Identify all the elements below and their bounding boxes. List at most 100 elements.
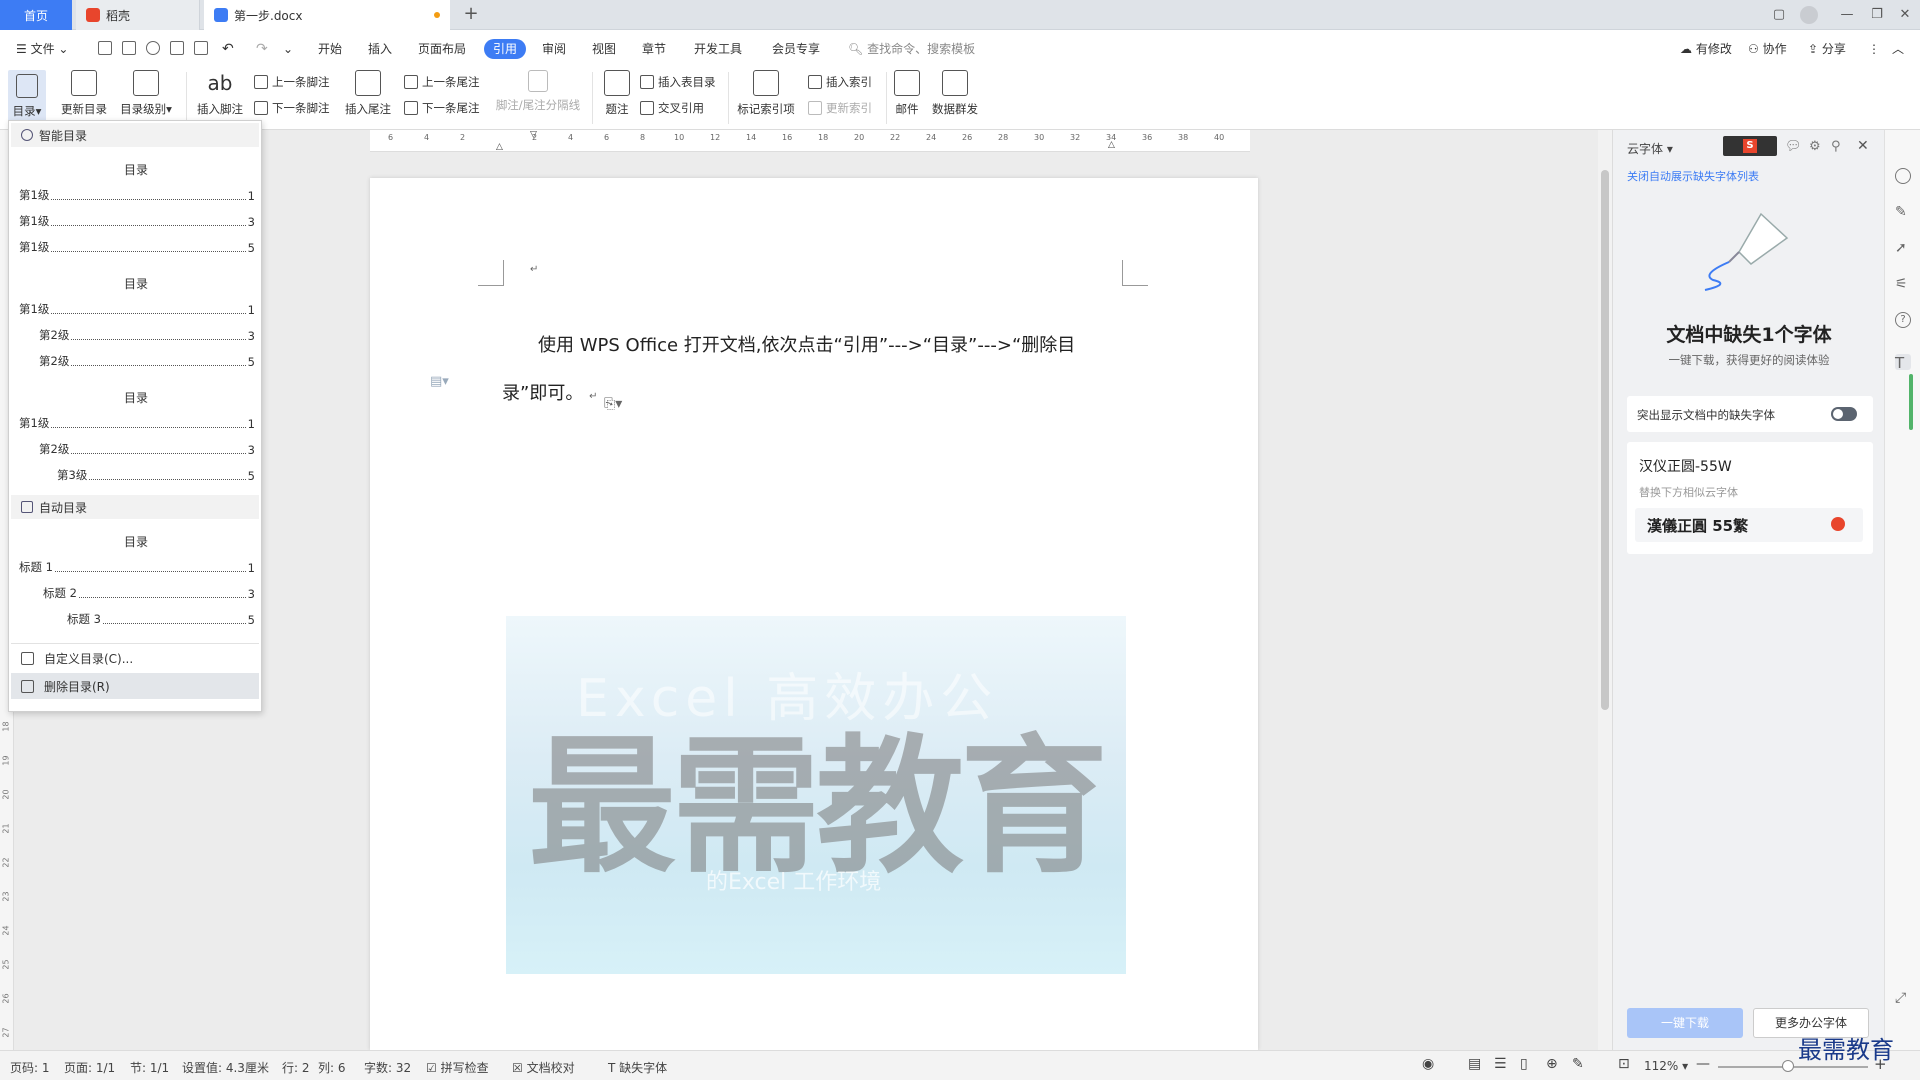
update-index-button[interactable]: 更新索引 bbox=[808, 100, 872, 116]
prev-footnote-button[interactable]: 上一条脚注 bbox=[254, 74, 330, 90]
tab-document[interactable]: 第一步.docx bbox=[204, 0, 450, 30]
status-section[interactable]: 节: 1/1 bbox=[130, 1059, 169, 1076]
menu-review[interactable]: 审阅 bbox=[542, 39, 566, 59]
more-icon[interactable]: ⋮ bbox=[1868, 39, 1880, 59]
fit-page-icon[interactable]: ⊡ bbox=[1618, 1056, 1630, 1072]
insert-endnote-button[interactable]: 插入尾注 bbox=[342, 70, 394, 117]
paste-clipboard-icon[interactable]: ⎘▾ bbox=[604, 396, 622, 412]
insert-footnote-button[interactable]: ab 插入脚注 bbox=[194, 70, 246, 117]
cloud-font-title-dropdown[interactable]: 云字体 ▾ bbox=[1627, 140, 1673, 157]
input-method-indicator[interactable]: S bbox=[1723, 136, 1777, 156]
document-body[interactable]: 使用 WPS Office 打开文档,依次点击“引用”--->“目录”--->“… bbox=[502, 322, 1102, 421]
ruler-tick: 40 bbox=[1214, 133, 1225, 142]
collapse-ribbon-icon[interactable]: ︿ bbox=[1892, 39, 1904, 59]
cross-ref-button[interactable]: 交叉引用 bbox=[640, 100, 704, 116]
help-icon[interactable]: ? bbox=[1895, 312, 1911, 328]
toc-level-button[interactable]: 目录级别▾ bbox=[116, 70, 176, 117]
customize-quick-access-icon[interactable]: ⌄ bbox=[283, 39, 293, 59]
menu-start[interactable]: 开始 bbox=[318, 39, 342, 59]
panel-close-icon[interactable]: ✕ bbox=[1857, 138, 1869, 154]
status-row[interactable]: 行: 2 bbox=[282, 1059, 310, 1076]
document-page[interactable]: ↵ ▤▾ 使用 WPS Office 打开文档,依次点击“引用”--->“目录”… bbox=[370, 178, 1258, 1050]
status-word-count[interactable]: 字数: 32 bbox=[364, 1059, 411, 1076]
command-search[interactable]: 🔍︎ 查找命令、搜索模板 bbox=[848, 39, 975, 59]
font-t-icon[interactable]: T bbox=[1895, 354, 1911, 372]
minimize-icon[interactable]: — bbox=[1836, 5, 1858, 25]
undo-icon[interactable]: ↶ bbox=[222, 39, 234, 59]
caption-button[interactable]: 题注 bbox=[600, 70, 634, 117]
adjust-sliders-icon[interactable]: ⚟ bbox=[1895, 276, 1911, 292]
menu-view[interactable]: 视图 bbox=[592, 39, 616, 59]
close-auto-show-link[interactable]: 关闭自动展示缺失字体列表 bbox=[1627, 168, 1759, 184]
print-preview-icon[interactable] bbox=[194, 41, 208, 55]
next-endnote-button[interactable]: 下一条尾注 bbox=[404, 100, 480, 116]
indent-marker-icon[interactable]: △ bbox=[496, 142, 503, 152]
status-pages[interactable]: 页面: 1/1 bbox=[64, 1059, 115, 1076]
custom-toc-button[interactable]: 自定义目录(C)... bbox=[11, 645, 259, 671]
missing-font-status-button[interactable]: T 缺失字体 bbox=[608, 1059, 667, 1076]
vertical-scrollbar[interactable] bbox=[1598, 130, 1612, 1050]
mark-index-button[interactable]: 标记索引项 bbox=[734, 70, 798, 117]
update-toc-button[interactable]: 更新目录 bbox=[58, 70, 110, 117]
web-view-icon[interactable]: ⊕ bbox=[1546, 1056, 1558, 1072]
menu-page-layout[interactable]: 页面布局 bbox=[418, 39, 466, 59]
highlight-missing-toggle[interactable] bbox=[1831, 407, 1857, 421]
menu-chapter[interactable]: 章节 bbox=[642, 39, 666, 59]
tab-daoke[interactable]: 稻壳 bbox=[76, 0, 200, 30]
mail-button[interactable]: 邮件 bbox=[892, 70, 922, 117]
status-col[interactable]: 列: 6 bbox=[318, 1059, 346, 1076]
page-view-icon[interactable]: ▤ bbox=[1468, 1056, 1481, 1072]
zoom-slider-thumb[interactable] bbox=[1782, 1060, 1794, 1072]
new-tab-button[interactable]: + bbox=[460, 4, 482, 26]
close-icon[interactable]: ✕ bbox=[1894, 5, 1916, 25]
avatar[interactable] bbox=[1800, 6, 1818, 24]
style-icon[interactable] bbox=[1895, 168, 1911, 184]
restore-icon[interactable]: ❐ bbox=[1866, 5, 1888, 25]
expand-icon[interactable]: ⤢ bbox=[1895, 990, 1911, 1006]
read-view-icon[interactable]: ▯ bbox=[1520, 1056, 1528, 1072]
pin-icon[interactable]: ⚲ bbox=[1831, 139, 1841, 154]
write-mode-icon[interactable]: ✎ bbox=[1572, 1056, 1584, 1072]
new-icon[interactable] bbox=[98, 41, 112, 55]
export-icon[interactable] bbox=[146, 41, 160, 55]
toc-button[interactable]: 目录▾ bbox=[8, 70, 46, 122]
gear-icon[interactable]: ⚙ bbox=[1809, 139, 1821, 154]
eye-protect-icon[interactable]: ◉ bbox=[1422, 1056, 1434, 1072]
print-icon[interactable] bbox=[170, 41, 184, 55]
menu-vip[interactable]: 会员专享 bbox=[772, 39, 820, 59]
outline-view-icon[interactable]: ☰ bbox=[1494, 1056, 1507, 1072]
tab-home[interactable]: 首页 bbox=[0, 0, 72, 30]
redo-icon[interactable]: ↷ bbox=[256, 39, 268, 59]
doc-proof-button[interactable]: ☒ 文档校对 bbox=[512, 1059, 575, 1076]
menu-insert[interactable]: 插入 bbox=[368, 39, 392, 59]
menu-references[interactable]: 引用 bbox=[484, 39, 527, 59]
download-all-button[interactable]: 一键下载 bbox=[1627, 1008, 1743, 1038]
has-changes-button[interactable]: ☁ 有修改 bbox=[1680, 39, 1732, 59]
right-indent-icon[interactable]: △ bbox=[1108, 140, 1115, 150]
insert-index-button[interactable]: 插入索引 bbox=[808, 74, 872, 90]
zoom-out-icon[interactable]: — bbox=[1696, 1056, 1710, 1072]
spell-check-button[interactable]: ☑ 拼写检查 bbox=[426, 1059, 489, 1076]
chat-icon[interactable]: 💬︎ bbox=[1785, 139, 1802, 154]
edit-pen-icon[interactable]: ✎ bbox=[1895, 204, 1911, 220]
scrollbar-thumb[interactable] bbox=[1601, 170, 1609, 710]
zoom-level-dropdown[interactable]: 112% ▾ bbox=[1644, 1059, 1688, 1073]
layout-icon[interactable]: ▢ bbox=[1768, 5, 1790, 25]
select-cursor-icon[interactable]: ➚ bbox=[1895, 240, 1911, 256]
insert-table-toc-button[interactable]: 插入表目录 bbox=[640, 74, 716, 90]
prev-endnote-button[interactable]: 上一条尾注 bbox=[404, 74, 480, 90]
share-button[interactable]: ⇪ 分享 bbox=[1808, 39, 1846, 59]
paste-options-icon[interactable]: ▤▾ bbox=[430, 374, 449, 389]
first-line-indent-icon[interactable]: ▽ bbox=[530, 130, 537, 140]
collab-button[interactable]: ⚇ 协作 bbox=[1748, 39, 1787, 59]
delete-toc-button[interactable]: 删除目录(R) bbox=[11, 673, 259, 699]
menu-dev-tools[interactable]: 开发工具 bbox=[694, 39, 742, 59]
file-menu[interactable]: ☰ 文件 ⌄ bbox=[16, 39, 68, 59]
cloud-font-option[interactable]: 漢儀正圓 55繁 bbox=[1635, 508, 1863, 542]
save-icon[interactable] bbox=[122, 41, 136, 55]
data-send-button[interactable]: 数据群发 bbox=[928, 70, 982, 117]
status-setting[interactable]: 设置值: 4.3厘米 bbox=[182, 1059, 269, 1076]
status-page[interactable]: 页码: 1 bbox=[10, 1059, 50, 1076]
footnote-separator-button[interactable]: 脚注/尾注分隔线 bbox=[490, 70, 586, 113]
next-footnote-button[interactable]: 下一条脚注 bbox=[254, 100, 330, 116]
